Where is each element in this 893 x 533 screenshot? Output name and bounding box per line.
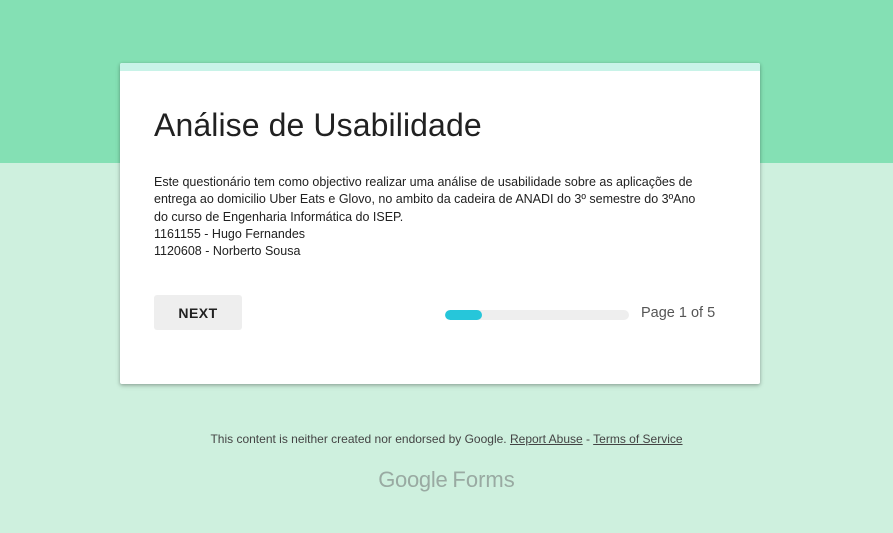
form-card: Análise de Usabilidade Este questionário… [120, 63, 760, 384]
card-top-strip [120, 63, 760, 71]
form-title: Análise de Usabilidade [154, 107, 482, 143]
brand-google: Google [378, 467, 448, 492]
google-forms-logo[interactable]: Google Forms [0, 467, 893, 493]
brand-forms: Forms [452, 467, 515, 492]
progress-bar [445, 310, 629, 320]
author-line: 1161155 - Hugo Fernandes [154, 226, 306, 241]
description-line: Este questionário tem como objectivo rea… [154, 175, 693, 189]
next-button[interactable]: NEXT [154, 295, 242, 330]
author-line: 1120608 - Norberto Sousa [154, 244, 301, 259]
description-line: do curso de Engenharia Informática do IS… [154, 209, 404, 224]
description-line: entrega ao domicilio Uber Eats e Glovo, … [154, 192, 696, 207]
form-description: Este questionário tem como objectivo rea… [154, 174, 726, 260]
footer-separator: - [586, 432, 591, 446]
terms-of-service-link[interactable]: Terms of Service [593, 432, 682, 446]
footer-note: This content is neither created nor endo… [0, 432, 893, 446]
progress-fill [445, 310, 482, 320]
report-abuse-link[interactable]: Report Abuse [510, 432, 583, 446]
page-indicator: Page 1 of 5 [641, 305, 716, 321]
footer-disclaimer: This content is neither created nor endo… [210, 432, 507, 446]
